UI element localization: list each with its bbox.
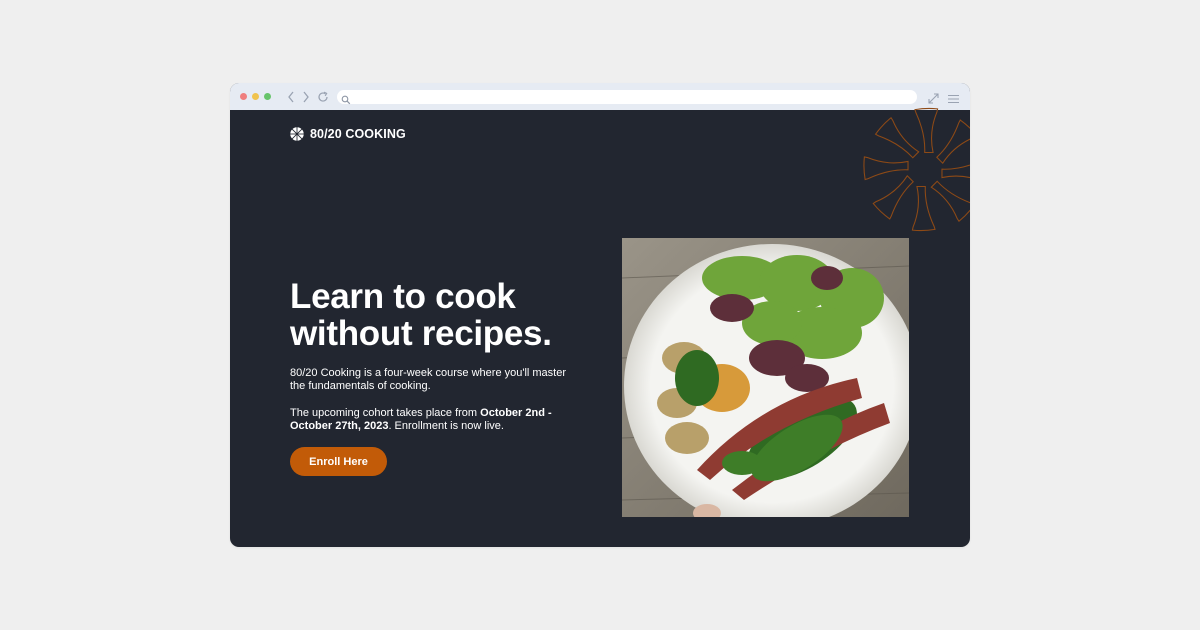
close-window-button[interactable]	[240, 93, 247, 100]
chevron-right-icon[interactable]	[302, 90, 314, 103]
browser-window: 80/20 COOKING Learn to cook without reci…	[230, 83, 970, 547]
citrus-wheel-icon	[290, 127, 304, 141]
headline-line-2: without recipes.	[290, 314, 552, 353]
maximize-window-button[interactable]	[264, 93, 271, 100]
cohort-info-suffix: . Enrollment is now live.	[388, 419, 504, 432]
headline-line-1: Learn to cook	[290, 277, 516, 316]
search-icon	[341, 92, 351, 110]
enroll-button[interactable]: Enroll Here	[290, 447, 387, 476]
brand-name: 80/20 COOKING	[310, 127, 406, 141]
hero-headline: Learn to cook without recipes.	[290, 278, 552, 352]
address-bar[interactable]	[337, 90, 917, 105]
food-photo	[622, 238, 909, 517]
minimize-window-button[interactable]	[252, 93, 259, 100]
cohort-info: The upcoming cohort takes place from Oct…	[290, 407, 580, 432]
cohort-info-prefix: The upcoming cohort takes place from	[290, 407, 481, 419]
landing-page: 80/20 COOKING Learn to cook without reci…	[230, 107, 970, 547]
brand-logo[interactable]: 80/20 COOKING	[290, 127, 406, 141]
reload-icon[interactable]	[317, 90, 329, 103]
course-description: 80/20 Cooking is a four-week course wher…	[290, 367, 567, 392]
citrus-wheel-outline-icon	[863, 107, 970, 232]
chevron-left-icon[interactable]	[287, 90, 299, 103]
